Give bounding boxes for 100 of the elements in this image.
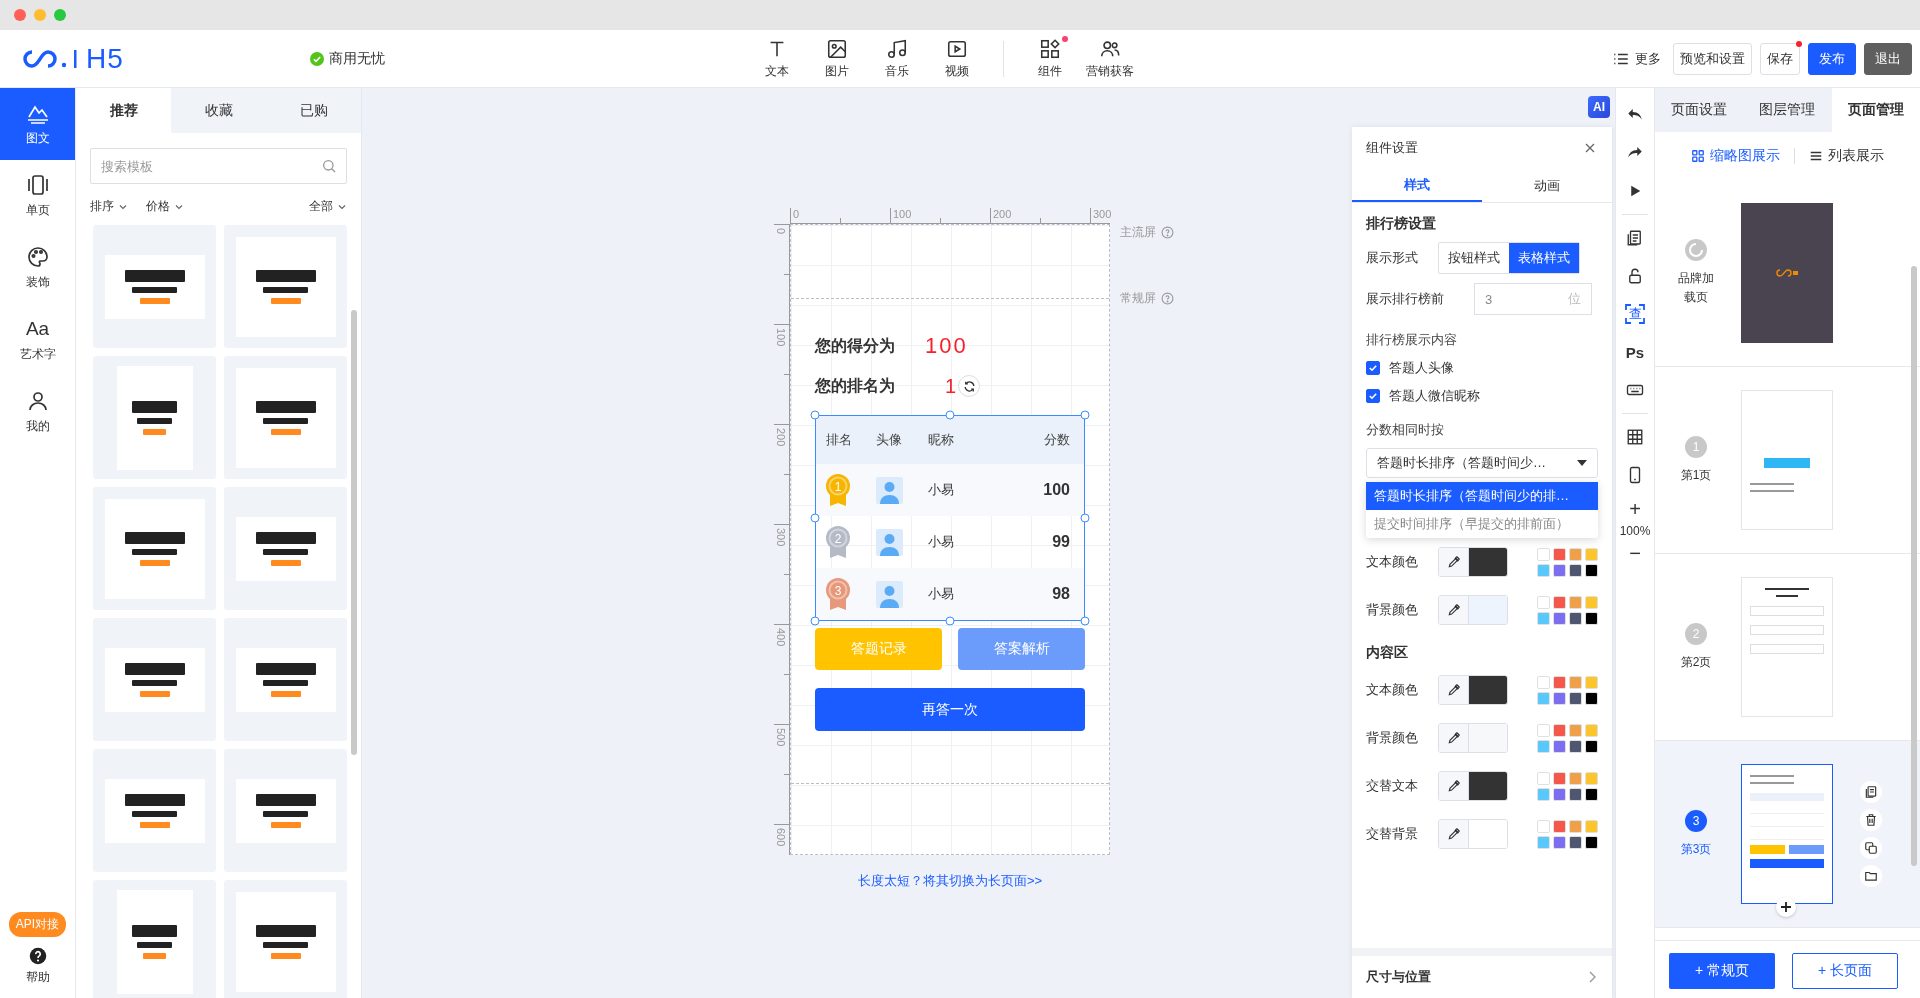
template-tab[interactable]: 已购 (266, 88, 361, 133)
nav-item[interactable]: Aa 艺术字 (0, 304, 75, 376)
palette-swatch[interactable] (1553, 595, 1566, 609)
exit-button[interactable]: 退出 (1864, 42, 1912, 75)
color-picker[interactable] (1438, 547, 1508, 577)
save-button[interactable]: 保存 (1760, 42, 1800, 75)
resize-handle[interactable] (810, 410, 820, 420)
palette-swatch[interactable] (1569, 595, 1582, 609)
close-icon[interactable] (1584, 142, 1596, 154)
template-card[interactable] (224, 356, 347, 479)
palette-swatch[interactable] (1569, 787, 1582, 801)
palette-swatch[interactable] (1585, 595, 1598, 609)
color-picker[interactable] (1438, 595, 1508, 625)
zoom-out-button[interactable]: − (1617, 538, 1653, 568)
template-card[interactable] (93, 880, 216, 998)
template-tab[interactable]: 收藏 (171, 88, 266, 133)
palette-swatch[interactable] (1537, 787, 1550, 801)
segment-option[interactable]: 按钮样式 (1439, 243, 1509, 273)
toolbar-button[interactable]: 文本 (747, 37, 807, 80)
palette-swatch[interactable] (1537, 563, 1550, 577)
palette-swatch[interactable] (1553, 547, 1566, 561)
nav-item[interactable]: 我的 (0, 376, 75, 448)
sort-dropdown[interactable]: 答题时长排序（答题时间少… (1366, 448, 1598, 478)
palette-swatch[interactable] (1569, 611, 1582, 625)
settings-tab[interactable]: 样式 (1352, 169, 1482, 202)
view-toggle[interactable]: 列表展示 (1809, 147, 1884, 165)
ps-button[interactable]: Ps (1617, 333, 1653, 371)
color-picker[interactable] (1438, 723, 1508, 753)
resize-handle[interactable] (1080, 616, 1090, 626)
palette-swatch[interactable] (1585, 835, 1598, 849)
palette-swatch[interactable] (1537, 771, 1550, 785)
palette-swatch[interactable] (1569, 675, 1582, 689)
checkbox[interactable] (1366, 389, 1380, 403)
nav-item[interactable]: 装饰 (0, 232, 75, 304)
palette-swatch[interactable] (1553, 691, 1566, 705)
palette-swatch[interactable] (1553, 611, 1566, 625)
filter-dropdown[interactable]: 全部 (309, 198, 347, 215)
palette-swatch[interactable] (1537, 675, 1550, 689)
dropdown-option[interactable]: 提交时间排序（早提交的排前面） (1366, 510, 1598, 538)
move-to-folder-button[interactable] (1860, 865, 1882, 887)
template-card[interactable] (93, 749, 216, 872)
template-card[interactable] (93, 487, 216, 610)
more-button[interactable]: 更多 (1612, 49, 1661, 68)
scan-text-button[interactable]: 查 (1617, 295, 1653, 333)
palette-swatch[interactable] (1553, 819, 1566, 833)
retry-button[interactable]: 再答一次 (815, 688, 1085, 731)
template-card[interactable] (224, 225, 347, 348)
template-card[interactable] (224, 880, 347, 998)
palette-swatch[interactable] (1585, 675, 1598, 689)
palette-swatch[interactable] (1585, 739, 1598, 753)
resize-handle[interactable] (945, 410, 955, 420)
palette-swatch[interactable] (1537, 835, 1550, 849)
template-card[interactable] (224, 749, 347, 872)
palette-swatch[interactable] (1553, 835, 1566, 849)
resize-handle[interactable] (1080, 513, 1090, 523)
nav-item[interactable]: 图文 (0, 88, 75, 160)
window-close-button[interactable] (14, 9, 26, 21)
dropdown-option[interactable]: 答题时长排序（答题时间少的排… (1366, 482, 1598, 510)
number-input[interactable]: 3 位 (1474, 283, 1592, 315)
color-picker[interactable] (1438, 675, 1508, 705)
publish-button[interactable]: 发布 (1808, 42, 1856, 75)
palette-swatch[interactable] (1537, 611, 1550, 625)
palette-swatch[interactable] (1553, 723, 1566, 737)
palette-swatch[interactable] (1537, 547, 1550, 561)
palette-swatch[interactable] (1569, 835, 1582, 849)
nav-item[interactable]: 单页 (0, 160, 75, 232)
palette-swatch[interactable] (1553, 771, 1566, 785)
palette-swatch[interactable] (1585, 723, 1598, 737)
toolbar-button[interactable]: 音乐 (867, 37, 927, 80)
template-card[interactable] (93, 356, 216, 479)
filter-dropdown[interactable]: 排序 (90, 198, 128, 215)
palette-swatch[interactable] (1569, 691, 1582, 705)
palette-swatch[interactable] (1585, 787, 1598, 801)
search-field[interactable]: 搜索模板 (90, 148, 347, 184)
palette-swatch[interactable] (1569, 547, 1582, 561)
toolbar-button[interactable]: 图片 (807, 37, 867, 80)
scrollbar[interactable] (1911, 266, 1917, 866)
segment-option[interactable]: 表格样式 (1509, 243, 1579, 273)
palette-swatch[interactable] (1553, 739, 1566, 753)
duplicate-page-button[interactable] (1860, 837, 1882, 859)
panel-tab[interactable]: 页面设置 (1655, 88, 1744, 132)
palette-swatch[interactable] (1553, 787, 1566, 801)
palette-swatch[interactable] (1569, 563, 1582, 577)
color-picker[interactable] (1438, 771, 1508, 801)
template-card[interactable] (224, 618, 347, 741)
palette-swatch[interactable] (1553, 563, 1566, 577)
template-card[interactable] (93, 225, 216, 348)
palette-swatch[interactable] (1569, 739, 1582, 753)
resize-handle[interactable] (810, 513, 820, 523)
palette-swatch[interactable] (1537, 691, 1550, 705)
filter-dropdown[interactable]: 价格 (146, 198, 184, 215)
palette-swatch[interactable] (1569, 723, 1582, 737)
palette-swatch[interactable] (1585, 819, 1598, 833)
palette-swatch[interactable] (1569, 819, 1582, 833)
palette-swatch[interactable] (1537, 595, 1550, 609)
panel-tab[interactable]: 图层管理 (1743, 88, 1832, 132)
help-icon[interactable] (1161, 292, 1174, 305)
resize-handle[interactable] (810, 616, 820, 626)
checkbox[interactable] (1366, 361, 1380, 375)
toolbar-button[interactable]: 组件 (1020, 37, 1080, 80)
